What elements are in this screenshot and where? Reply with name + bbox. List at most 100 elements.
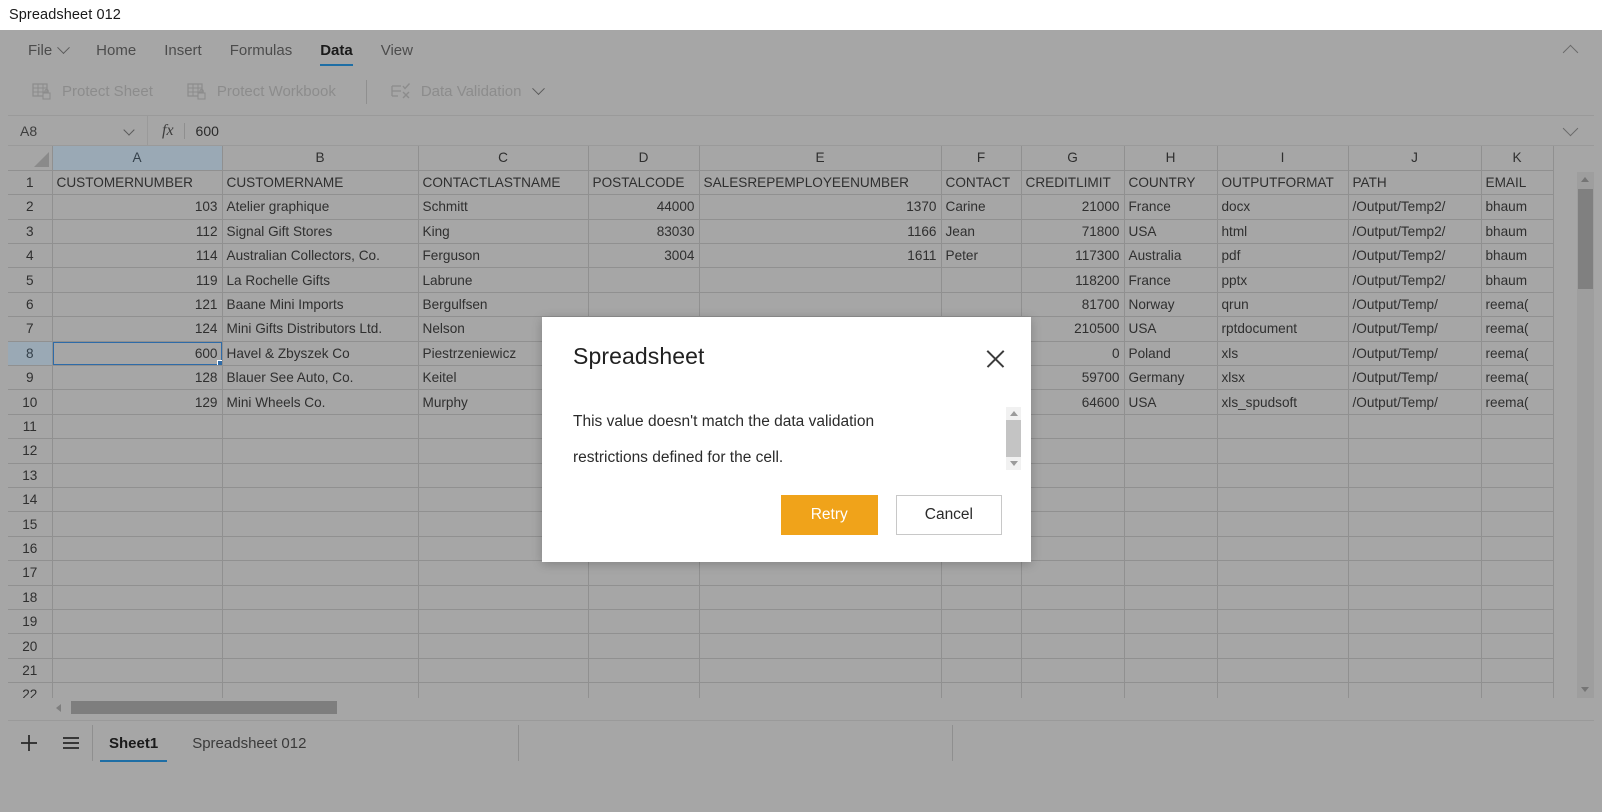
cell-J13[interactable] <box>1348 463 1482 488</box>
cell-A4[interactable]: 114 <box>52 243 223 269</box>
cell-J10[interactable]: /Output/Temp/ <box>1348 389 1482 415</box>
cell-K2[interactable]: bhaum <box>1481 194 1554 220</box>
cell-C5[interactable]: Labrune <box>418 267 589 293</box>
column-header-B[interactable]: B <box>222 146 419 171</box>
cell-K10[interactable]: reema( <box>1481 389 1554 415</box>
cell-K5[interactable]: bhaum <box>1481 267 1554 293</box>
cell-K18[interactable] <box>1481 585 1554 610</box>
cell-B19[interactable] <box>222 609 419 635</box>
row-header-2[interactable]: 2 <box>8 194 53 220</box>
cell-H8[interactable]: Poland <box>1124 341 1218 367</box>
row-header-1[interactable]: 1 <box>8 170 53 196</box>
row-header-17[interactable]: 17 <box>8 560 53 586</box>
cell-D17[interactable] <box>588 560 700 586</box>
cell-K11[interactable] <box>1481 414 1554 440</box>
cell-D18[interactable] <box>588 585 700 610</box>
cell-H3[interactable]: USA <box>1124 219 1218 245</box>
scroll-down-arrow-icon[interactable] <box>1577 681 1594 698</box>
cell-G12[interactable] <box>1021 438 1125 464</box>
vertical-scroll-thumb[interactable] <box>1578 189 1593 289</box>
row-header-13[interactable]: 13 <box>8 463 53 488</box>
cell-I21[interactable] <box>1217 658 1349 684</box>
cell-I18[interactable] <box>1217 585 1349 610</box>
cell-J15[interactable] <box>1348 511 1482 537</box>
column-header-A[interactable]: A <box>52 146 223 171</box>
cell-F17[interactable] <box>941 560 1022 586</box>
row-header-22[interactable]: 22 <box>8 682 53 698</box>
cell-B12[interactable] <box>222 438 419 464</box>
cell-C20[interactable] <box>418 633 589 659</box>
cell-E21[interactable] <box>699 658 942 684</box>
cell-F3[interactable]: Jean <box>941 219 1022 245</box>
cell-E1[interactable]: SALESREPEMPLOYEENUMBER <box>699 170 942 196</box>
cell-H21[interactable] <box>1124 658 1218 684</box>
cell-H1[interactable]: COUNTRY <box>1124 170 1218 196</box>
cell-B18[interactable] <box>222 585 419 610</box>
cell-I12[interactable] <box>1217 438 1349 464</box>
cell-D20[interactable] <box>588 633 700 659</box>
cell-K7[interactable]: reema( <box>1481 316 1554 342</box>
cell-I9[interactable]: xlsx <box>1217 365 1349 391</box>
cell-I10[interactable]: xls_spudsoft <box>1217 389 1349 415</box>
cell-B7[interactable]: Mini Gifts Distributors Ltd. <box>222 316 419 342</box>
cell-J18[interactable] <box>1348 585 1482 610</box>
chevron-down-icon[interactable] <box>123 123 135 136</box>
cell-A10[interactable]: 129 <box>52 389 223 415</box>
cell-I2[interactable]: docx <box>1217 194 1349 220</box>
cell-F6[interactable] <box>941 292 1022 318</box>
cell-G19[interactable] <box>1021 609 1125 635</box>
cell-K4[interactable]: bhaum <box>1481 243 1554 269</box>
row-header-5[interactable]: 5 <box>8 267 53 293</box>
cell-I20[interactable] <box>1217 633 1349 659</box>
cell-J5[interactable]: /Output/Temp2/ <box>1348 267 1482 293</box>
cell-K15[interactable] <box>1481 511 1554 537</box>
cell-G7[interactable]: 210500 <box>1021 316 1125 342</box>
cell-B3[interactable]: Signal Gift Stores <box>222 219 419 245</box>
cell-A9[interactable]: 128 <box>52 365 223 391</box>
cell-J9[interactable]: /Output/Temp/ <box>1348 365 1482 391</box>
cell-I8[interactable]: xls <box>1217 341 1349 367</box>
cell-F4[interactable]: Peter <box>941 243 1022 269</box>
row-header-4[interactable]: 4 <box>8 243 53 269</box>
data-validation-button[interactable]: Data Validation <box>381 78 554 105</box>
column-header-E[interactable]: E <box>699 146 942 171</box>
cell-G22[interactable] <box>1021 682 1125 698</box>
row-header-18[interactable]: 18 <box>8 585 53 610</box>
row-header-11[interactable]: 11 <box>8 414 53 440</box>
cell-A18[interactable] <box>52 585 223 610</box>
cell-G9[interactable]: 59700 <box>1021 365 1125 391</box>
cell-G11[interactable] <box>1021 414 1125 440</box>
cell-G10[interactable]: 64600 <box>1021 389 1125 415</box>
cell-J21[interactable] <box>1348 658 1482 684</box>
column-header-D[interactable]: D <box>588 146 700 171</box>
cell-I7[interactable]: rptdocument <box>1217 316 1349 342</box>
cell-C19[interactable] <box>418 609 589 635</box>
cell-D2[interactable]: 44000 <box>588 194 700 220</box>
cell-G17[interactable] <box>1021 560 1125 586</box>
cell-G6[interactable]: 81700 <box>1021 292 1125 318</box>
cell-K16[interactable] <box>1481 536 1554 562</box>
cell-A13[interactable] <box>52 463 223 488</box>
cell-J20[interactable] <box>1348 633 1482 659</box>
cell-H7[interactable]: USA <box>1124 316 1218 342</box>
cell-G13[interactable] <box>1021 463 1125 488</box>
cell-H13[interactable] <box>1124 463 1218 488</box>
cell-H18[interactable] <box>1124 585 1218 610</box>
cell-H19[interactable] <box>1124 609 1218 635</box>
cell-F1[interactable]: CONTACT <box>941 170 1022 196</box>
chevron-up-icon[interactable] <box>1562 43 1579 61</box>
cell-E4[interactable]: 1611 <box>699 243 942 269</box>
row-header-20[interactable]: 20 <box>8 633 53 659</box>
cell-J16[interactable] <box>1348 536 1482 562</box>
cell-G20[interactable] <box>1021 633 1125 659</box>
cell-K17[interactable] <box>1481 560 1554 586</box>
cell-H11[interactable] <box>1124 414 1218 440</box>
chevron-down-icon[interactable] <box>1562 120 1579 138</box>
dialog-scroll-thumb[interactable] <box>1006 420 1021 457</box>
cell-K3[interactable]: bhaum <box>1481 219 1554 245</box>
sheet-tab-spreadsheet-012[interactable]: Spreadsheet 012 <box>175 721 323 765</box>
ribbon-tab-view[interactable]: View <box>381 42 413 68</box>
cell-B9[interactable]: Blauer See Auto, Co. <box>222 365 419 391</box>
cell-J22[interactable] <box>1348 682 1482 698</box>
cell-B11[interactable] <box>222 414 419 440</box>
